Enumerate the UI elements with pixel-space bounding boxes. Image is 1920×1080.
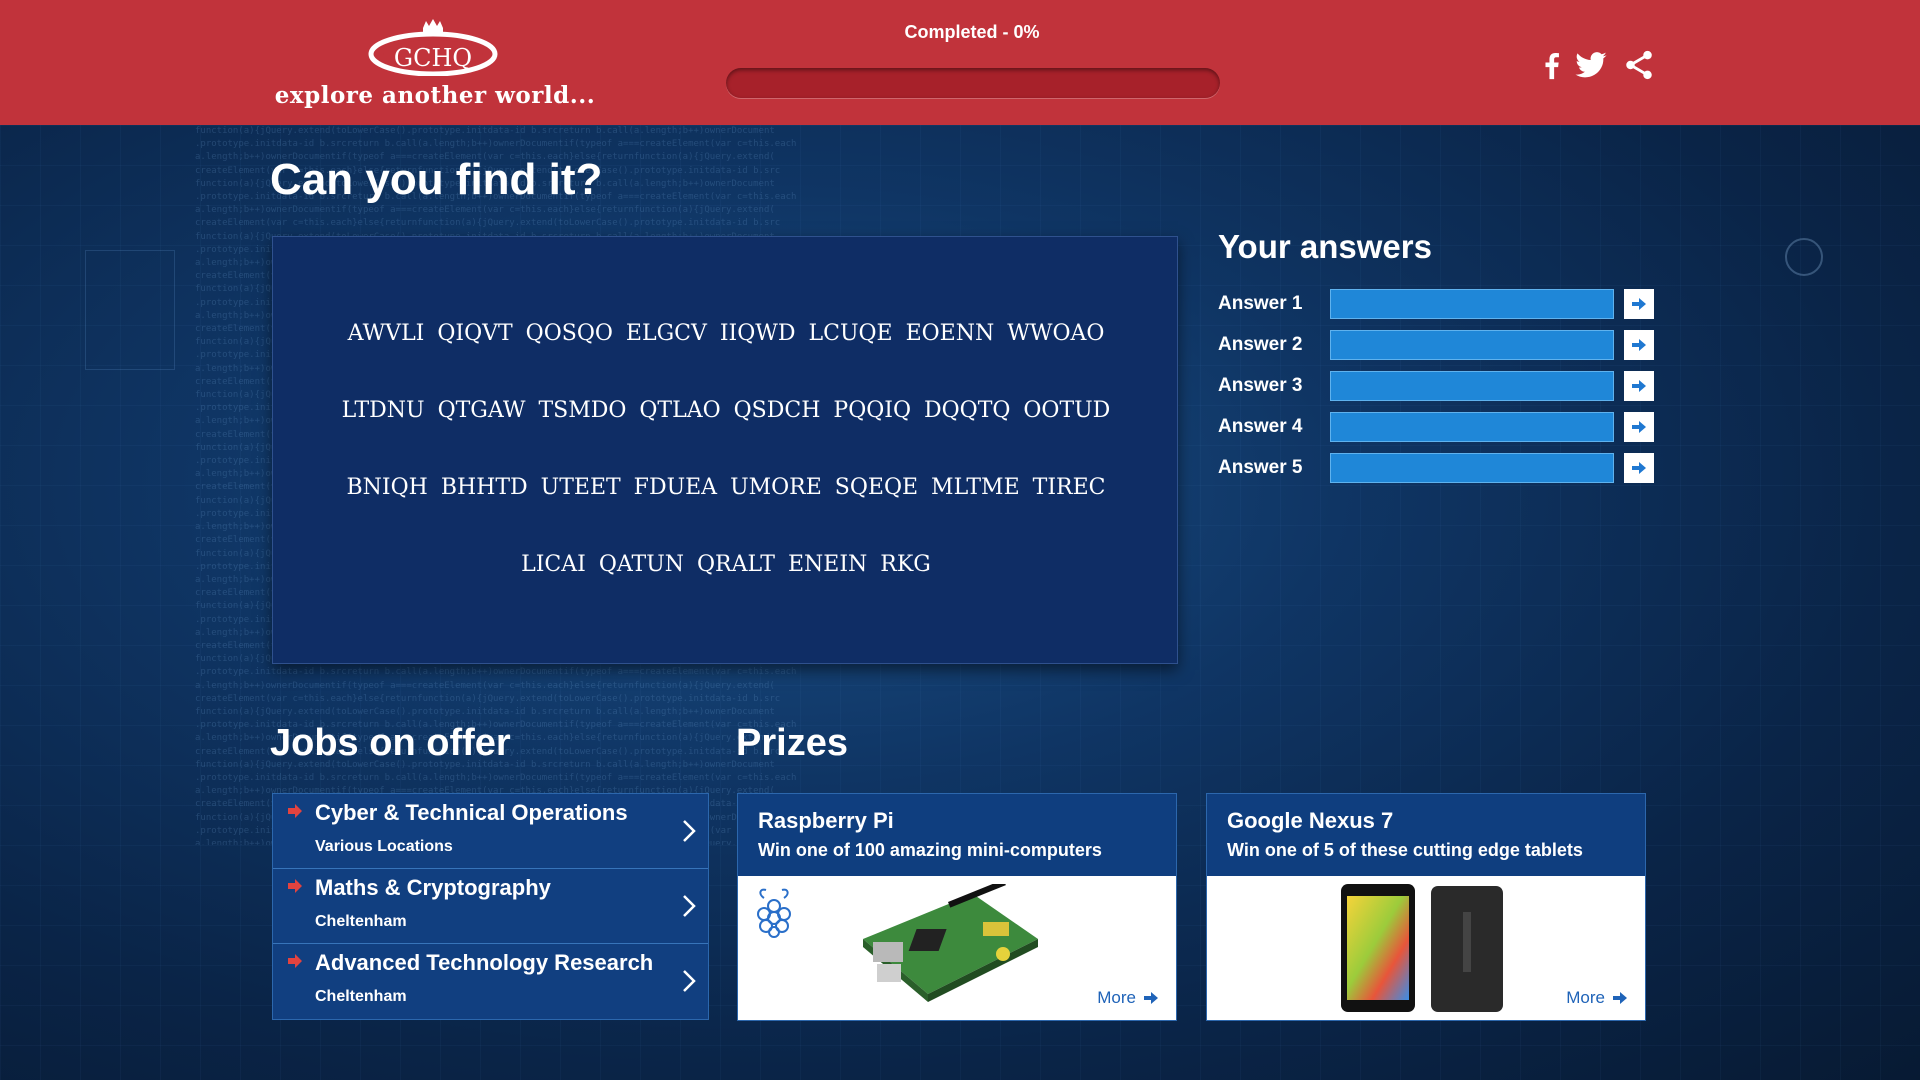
progress: Completed - 0% [726, 22, 1220, 98]
prize-description: Win one of 100 amazing mini-computers [758, 840, 1102, 860]
answer-4-input[interactable] [1330, 412, 1614, 442]
cipher-line: LICAI QATUN QRALT ENEIN RKG [521, 552, 931, 577]
prize-description: Win one of 5 of these cutting edge table… [1227, 840, 1583, 860]
prize-card-raspberry-pi[interactable]: Raspberry Pi Win one of 100 amazing mini… [737, 793, 1177, 1021]
cipher-line: LTDNU QTGAW TSMDO QTLAO QSDCH PQQIQ DQQT… [341, 398, 1111, 423]
job-item[interactable]: Maths & Cryptography Cheltenham [273, 869, 708, 944]
gchq-emblem-icon: GCHQ [368, 19, 498, 76]
puzzle-title: Can you find it? [270, 155, 603, 204]
answer-row: Answer 4 [1218, 412, 1658, 442]
answer-1-submit-button[interactable] [1624, 289, 1654, 319]
background-circuit [85, 250, 175, 370]
raspberry-pi-board-image [863, 884, 1038, 1002]
answer-3-input[interactable] [1330, 371, 1614, 401]
answer-label: Answer 1 [1218, 293, 1303, 314]
answer-label: Answer 2 [1218, 334, 1303, 355]
prize-more-link[interactable]: More [1566, 988, 1627, 1008]
chevron-right-icon [683, 895, 696, 917]
answer-label: Answer 5 [1218, 457, 1303, 478]
job-location: Various Locations [315, 838, 453, 855]
prize-header: Google Nexus 7 Win one of 5 of these cut… [1207, 794, 1645, 876]
prize-more-link[interactable]: More [1097, 988, 1158, 1008]
raspberry-pi-logo-icon [757, 888, 791, 938]
job-item[interactable]: Advanced Technology Research Cheltenham [273, 944, 708, 1019]
site-header: GCHQ explore another world... Completed … [0, 0, 1920, 125]
arrow-right-icon [1632, 421, 1646, 433]
answer-label: Answer 4 [1218, 416, 1303, 437]
jobs-title: Jobs on offer [270, 722, 511, 764]
answers-title: Your answers [1218, 228, 1432, 265]
arrow-right-icon [1632, 462, 1646, 474]
prizes-title: Prizes [736, 722, 848, 764]
cipher-line: AWVLI QIQVT QOSQO ELGCV IIQWD LCUQE EOEN… [347, 321, 1105, 346]
jobs-list: Cyber & Technical Operations Various Loc… [272, 793, 709, 1020]
tagline: explore another world... [274, 82, 596, 109]
facebook-icon[interactable] [1535, 48, 1569, 82]
arrow-bullet-icon [288, 804, 302, 818]
prize-card-nexus-7[interactable]: Google Nexus 7 Win one of 5 of these cut… [1206, 793, 1646, 1021]
answer-5-input[interactable] [1330, 453, 1614, 483]
prize-name: Google Nexus 7 [1227, 808, 1394, 833]
answer-2-input[interactable] [1330, 330, 1614, 360]
cipher-panel: AWVLI QIQVT QOSQO ELGCV IIQWD LCUQE EOEN… [272, 236, 1178, 664]
answer-row: Answer 1 [1218, 289, 1658, 319]
more-label: More [1097, 988, 1136, 1007]
job-title: Advanced Technology Research [315, 950, 654, 975]
answer-row: Answer 2 [1218, 330, 1658, 360]
arrow-right-icon [1632, 380, 1646, 392]
logo-text: GCHQ [394, 44, 472, 72]
answer-5-submit-button[interactable] [1624, 453, 1654, 483]
arrow-right-icon [1632, 298, 1646, 310]
gchq-logo[interactable]: GCHQ explore another world... [270, 10, 600, 110]
job-title: Cyber & Technical Operations [315, 800, 628, 825]
share-icon[interactable] [1622, 48, 1656, 82]
answer-1-input[interactable] [1330, 289, 1614, 319]
prize-name: Raspberry Pi [758, 808, 894, 833]
nexus-7-tablets-image [1341, 884, 1503, 1012]
prize-header: Raspberry Pi Win one of 100 amazing mini… [738, 794, 1176, 876]
progress-bar [726, 68, 1220, 98]
arrow-right-icon [1144, 992, 1158, 1004]
more-label: More [1566, 988, 1605, 1007]
arrow-right-icon [1613, 992, 1627, 1004]
answer-row: Answer 5 [1218, 453, 1658, 483]
job-item[interactable]: Cyber & Technical Operations Various Loc… [273, 794, 708, 869]
job-title: Maths & Cryptography [315, 875, 551, 900]
arrow-bullet-icon [288, 879, 302, 893]
background-circle [1785, 238, 1823, 276]
answer-4-submit-button[interactable] [1624, 412, 1654, 442]
chevron-right-icon [683, 970, 696, 992]
answer-label: Answer 3 [1218, 375, 1303, 396]
answer-3-submit-button[interactable] [1624, 371, 1654, 401]
arrow-bullet-icon [288, 954, 302, 968]
twitter-icon[interactable] [1572, 48, 1610, 82]
job-location: Cheltenham [315, 988, 407, 1005]
progress-label: Completed - 0% [904, 22, 1040, 42]
chevron-right-icon [683, 820, 696, 842]
arrow-right-icon [1632, 339, 1646, 351]
answer-2-submit-button[interactable] [1624, 330, 1654, 360]
job-location: Cheltenham [315, 913, 407, 930]
cipher-line: BNIQH BHHTD UTEET FDUEA UMORE SQEQE MLTM… [346, 475, 1106, 500]
answer-row: Answer 3 [1218, 371, 1658, 401]
